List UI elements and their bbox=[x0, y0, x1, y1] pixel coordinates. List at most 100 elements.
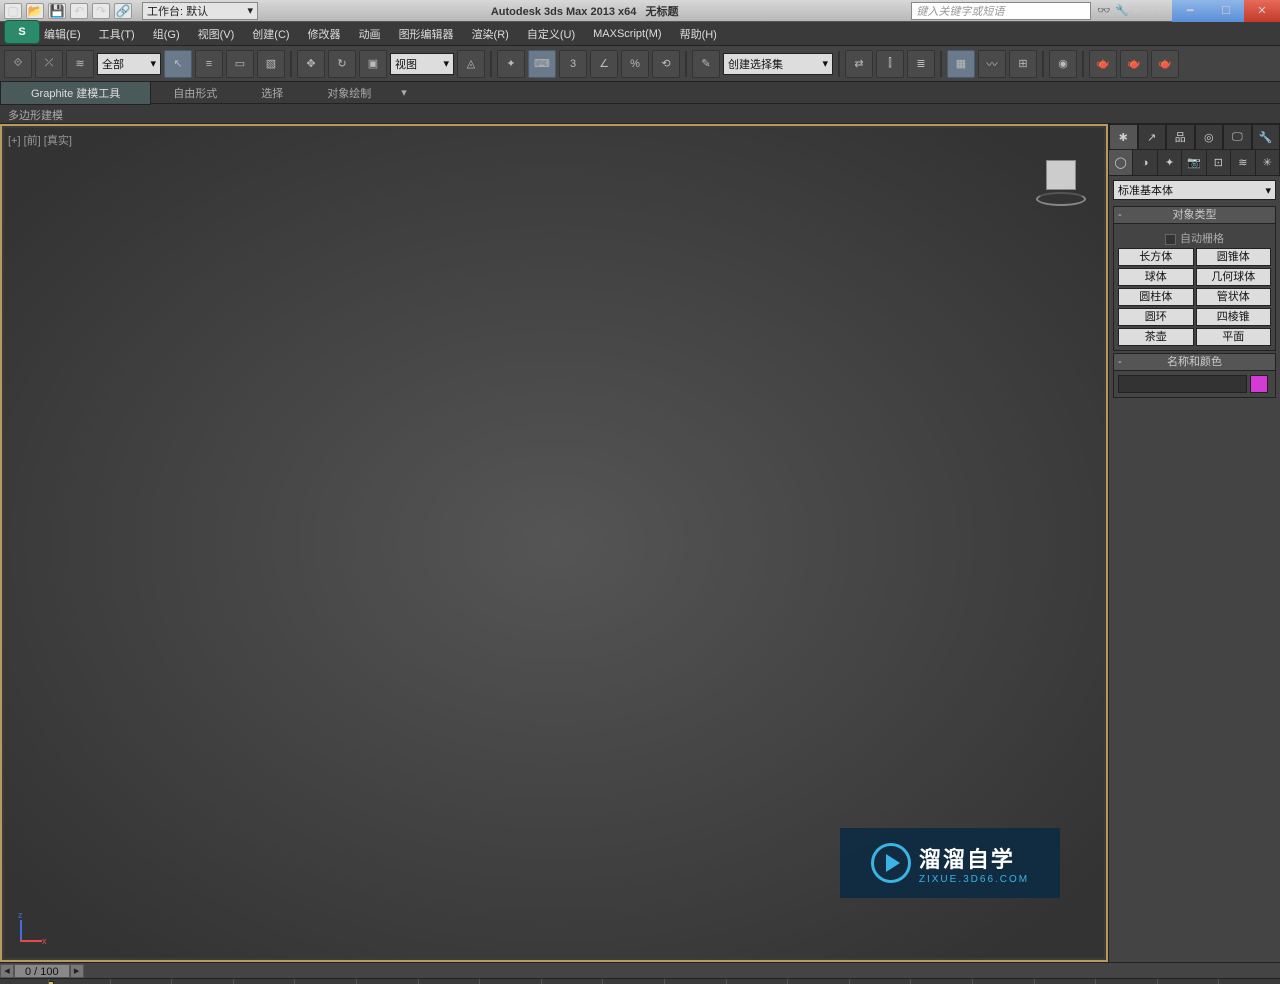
layer-button[interactable]: ≣ bbox=[907, 50, 935, 78]
move-button[interactable]: ✥ bbox=[297, 50, 325, 78]
percent-snap-button[interactable]: % bbox=[621, 50, 649, 78]
binoculars-icon[interactable]: 👓 bbox=[1097, 4, 1111, 17]
named-sel-set[interactable]: 创建选择集▾ bbox=[723, 53, 833, 75]
menu-maxscript[interactable]: MAXScript(M) bbox=[593, 28, 661, 40]
checkbox-icon[interactable] bbox=[1165, 234, 1176, 245]
help-icon[interactable]: ? bbox=[1160, 4, 1166, 17]
menu-views[interactable]: 视图(V) bbox=[198, 26, 235, 42]
rotate-button[interactable]: ↻ bbox=[328, 50, 356, 78]
viewcube-face[interactable] bbox=[1046, 160, 1076, 190]
teapot-button[interactable]: 茶壶 bbox=[1118, 328, 1194, 346]
motion-tab-icon[interactable]: ◎ bbox=[1195, 124, 1224, 150]
geometry-icon[interactable]: ◯ bbox=[1109, 150, 1133, 175]
unlink-button[interactable]: ⤫ bbox=[35, 50, 63, 78]
menu-rendering[interactable]: 渲染(R) bbox=[472, 26, 509, 42]
sphere-button[interactable]: 球体 bbox=[1118, 268, 1194, 286]
object-name-input[interactable] bbox=[1118, 375, 1247, 393]
primitive-category-dropdown[interactable]: 标准基本体▾ bbox=[1113, 180, 1276, 200]
tube-button[interactable]: 管状体 bbox=[1196, 288, 1272, 306]
menu-edit[interactable]: 编辑(E) bbox=[44, 26, 81, 42]
cone-button[interactable]: 圆锥体 bbox=[1196, 248, 1272, 266]
viewport-front[interactable]: [+] [前] [真实] z x 溜溜自学 ZIXUE.3D66.COM bbox=[0, 124, 1108, 962]
display-tab-icon[interactable]: 🖵 bbox=[1223, 124, 1252, 150]
rollout-object-type[interactable]: -对象类型 bbox=[1113, 206, 1276, 224]
time-next-icon[interactable]: ▸ bbox=[70, 964, 84, 978]
material-editor-button[interactable]: ◉ bbox=[1049, 50, 1077, 78]
ribbon-tab-paint[interactable]: 对象绘制 bbox=[305, 82, 393, 104]
render-setup-button[interactable]: 🫖 bbox=[1089, 50, 1117, 78]
ribbon-tab-freeform[interactable]: 自由形式 bbox=[151, 82, 239, 104]
viewport-label[interactable]: [+] [前] [真实] bbox=[8, 132, 72, 148]
shapes-icon[interactable]: ◑ bbox=[1133, 150, 1157, 175]
manipulate-button[interactable]: ✦ bbox=[497, 50, 525, 78]
link-icon[interactable]: 🔗 bbox=[114, 3, 132, 19]
menu-group[interactable]: 组(G) bbox=[153, 26, 180, 42]
utilities-tab-icon[interactable]: 🔧 bbox=[1252, 124, 1280, 150]
menu-create[interactable]: 创建(C) bbox=[252, 26, 289, 42]
app-menu-icon[interactable]: S bbox=[4, 20, 40, 44]
menu-customize[interactable]: 自定义(U) bbox=[527, 26, 575, 42]
viewcube[interactable] bbox=[1036, 156, 1086, 206]
select-by-name-button[interactable]: ≡ bbox=[195, 50, 223, 78]
angle-snap-button[interactable]: ∠ bbox=[590, 50, 618, 78]
wrench-icon[interactable]: 🔧 bbox=[1115, 4, 1129, 17]
geosphere-button[interactable]: 几何球体 bbox=[1196, 268, 1272, 286]
new-icon[interactable]: ▢ bbox=[4, 3, 22, 19]
pivot-center-button[interactable]: ◬ bbox=[457, 50, 485, 78]
menu-grapheditors[interactable]: 图形编辑器 bbox=[399, 26, 454, 42]
close-button[interactable]: ✕ bbox=[1244, 0, 1280, 22]
render-button[interactable]: 🫖 bbox=[1151, 50, 1179, 78]
redo-icon[interactable]: ↷ bbox=[92, 3, 110, 19]
autogrid-checkbox[interactable]: 自动栅格 bbox=[1118, 228, 1271, 248]
object-color-swatch[interactable] bbox=[1250, 375, 1268, 393]
cameras-icon[interactable]: 📷 bbox=[1182, 150, 1206, 175]
schematic-view-button[interactable]: ⊞ bbox=[1009, 50, 1037, 78]
selection-filter[interactable]: 全部▾ bbox=[97, 53, 161, 75]
ribbon-collapse-icon[interactable]: ▾ bbox=[393, 83, 415, 102]
box-button[interactable]: 长方体 bbox=[1118, 248, 1194, 266]
plane-button[interactable]: 平面 bbox=[1196, 328, 1272, 346]
menu-animation[interactable]: 动画 bbox=[359, 26, 381, 42]
time-slider-handle[interactable]: 0 / 100 bbox=[14, 964, 70, 978]
lights-icon[interactable]: ✦ bbox=[1158, 150, 1182, 175]
cylinder-button[interactable]: 圆柱体 bbox=[1118, 288, 1194, 306]
helpers-icon[interactable]: ⊡ bbox=[1207, 150, 1231, 175]
named-sel-edit-button[interactable]: ✎ bbox=[692, 50, 720, 78]
rollout-name-color[interactable]: -名称和颜色 bbox=[1113, 353, 1276, 371]
maximize-button[interactable]: ☐ bbox=[1208, 0, 1244, 22]
ribbon-tab-selection[interactable]: 选择 bbox=[239, 82, 305, 104]
open-icon[interactable]: 📂 bbox=[26, 3, 44, 19]
hierarchy-tab-icon[interactable]: 品 bbox=[1166, 124, 1195, 150]
star-icon[interactable]: ☆ bbox=[1146, 4, 1156, 17]
spinner-snap-button[interactable]: ⟲ bbox=[652, 50, 680, 78]
snap-3-button[interactable]: 3 bbox=[559, 50, 587, 78]
bind-spacewarp-button[interactable]: ≋ bbox=[66, 50, 94, 78]
time-prev-icon[interactable]: ◂ bbox=[0, 964, 14, 978]
mirror-button[interactable]: ⇄ bbox=[845, 50, 873, 78]
keyboard-shortcut-button[interactable]: ⌨ bbox=[528, 50, 556, 78]
create-tab-icon[interactable]: ✱ bbox=[1109, 124, 1138, 150]
systems-icon[interactable]: ✳ bbox=[1256, 150, 1280, 175]
pyramid-button[interactable]: 四棱锥 bbox=[1196, 308, 1272, 326]
graphite-toggle-button[interactable]: ▦ bbox=[947, 50, 975, 78]
ribbon-tab-graphite[interactable]: Graphite 建模工具 bbox=[0, 81, 151, 105]
scale-button[interactable]: ▣ bbox=[359, 50, 387, 78]
menu-tools[interactable]: 工具(T) bbox=[99, 26, 135, 42]
exchange-icon[interactable]: ✕ bbox=[1133, 4, 1142, 17]
workspace-selector[interactable]: 工作台: 默认 ▾ bbox=[142, 2, 258, 20]
menu-help[interactable]: 帮助(H) bbox=[680, 26, 717, 42]
modify-tab-icon[interactable]: ↗ bbox=[1138, 124, 1167, 150]
viewcube-ring[interactable] bbox=[1036, 192, 1086, 206]
search-input[interactable]: 键入关键字或短语 bbox=[911, 2, 1091, 20]
curve-editor-button[interactable]: 〰 bbox=[978, 50, 1006, 78]
torus-button[interactable]: 圆环 bbox=[1118, 308, 1194, 326]
window-crossing-button[interactable]: ▧ bbox=[257, 50, 285, 78]
minimize-button[interactable]: ━ bbox=[1172, 0, 1208, 22]
spacewarps-icon[interactable]: ≋ bbox=[1231, 150, 1255, 175]
save-icon[interactable]: 💾 bbox=[48, 3, 66, 19]
ref-coord-system[interactable]: 视图▾ bbox=[390, 53, 454, 75]
menu-modifiers[interactable]: 修改器 bbox=[308, 26, 341, 42]
time-slider[interactable]: ◂ 0 / 100 ▸ bbox=[0, 962, 1280, 978]
select-object-button[interactable]: ↖ bbox=[164, 50, 192, 78]
rect-region-button[interactable]: ▭ bbox=[226, 50, 254, 78]
